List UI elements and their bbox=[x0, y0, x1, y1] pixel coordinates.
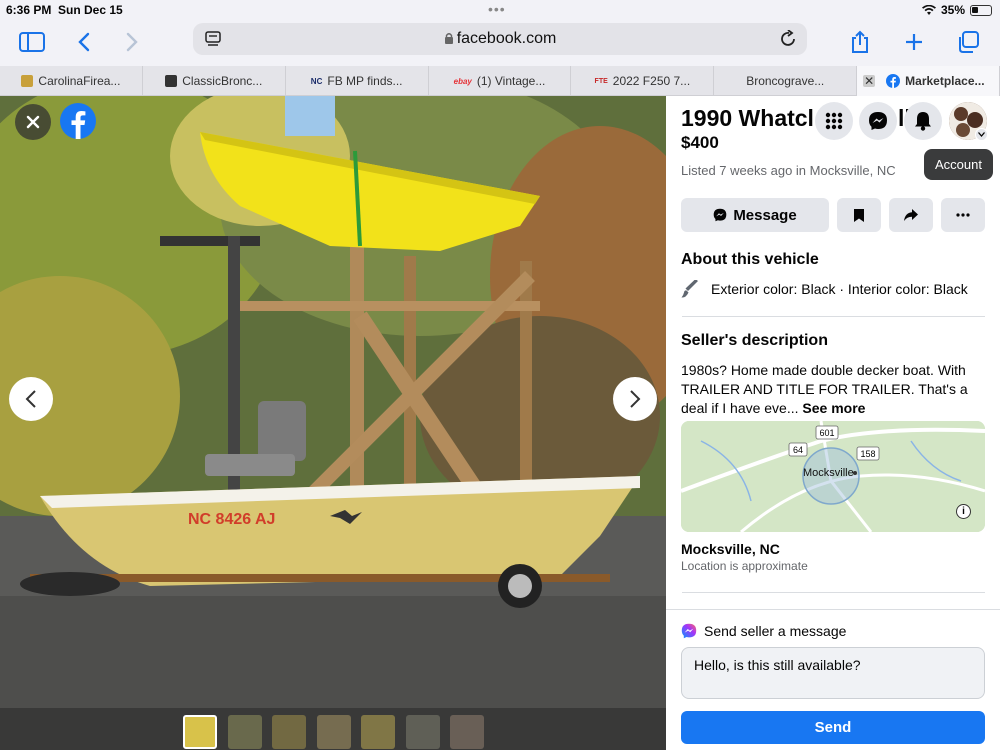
location-map[interactable]: 601 64 158 Mocksville i bbox=[681, 421, 985, 532]
send-message-heading: Send seller a message bbox=[704, 623, 847, 639]
section-divider bbox=[682, 592, 985, 593]
thumbnail[interactable] bbox=[361, 715, 395, 749]
carolina-favicon-icon bbox=[21, 75, 34, 87]
address-bar[interactable]: facebook.com bbox=[193, 23, 807, 55]
facebook-favicon-icon bbox=[886, 74, 901, 88]
tabs-overview-icon[interactable] bbox=[954, 28, 982, 56]
listing-posted-info: Listed 7 weeks ago in Mocksville, NC bbox=[681, 163, 896, 178]
facebook-logo-icon[interactable] bbox=[60, 103, 96, 144]
menu-button[interactable] bbox=[815, 102, 853, 140]
see-more-link[interactable]: See more bbox=[802, 400, 865, 416]
thumbnail[interactable] bbox=[272, 715, 306, 749]
send-button[interactable]: Send bbox=[681, 711, 985, 744]
lock-icon bbox=[444, 33, 453, 44]
boat-photo-image: NC 8426 AJ bbox=[0, 96, 666, 750]
chevron-left-icon bbox=[25, 390, 36, 408]
more-options-button[interactable] bbox=[941, 198, 985, 232]
reload-icon[interactable] bbox=[779, 30, 797, 48]
nc-favicon-icon: NC bbox=[310, 76, 323, 86]
listing-photo: NC 8426 AJ bbox=[0, 96, 666, 750]
about-heading: About this vehicle bbox=[681, 251, 819, 268]
battery-percent: 35% bbox=[940, 3, 965, 17]
share-icon[interactable] bbox=[846, 28, 874, 56]
tab-carolina[interactable]: CarolinaFirea... bbox=[0, 66, 143, 96]
tab-strip: CarolinaFirea... ClassicBronc... NC FB MP… bbox=[0, 66, 1000, 96]
thumbnail[interactable] bbox=[183, 715, 217, 749]
multitask-dots[interactable]: ••• bbox=[488, 1, 506, 17]
boat-registration-text: NC 8426 AJ bbox=[188, 511, 275, 528]
status-date: Sun Dec 15 bbox=[58, 3, 123, 17]
messenger-icon bbox=[869, 112, 887, 130]
message-input[interactable]: Hello, is this still available? bbox=[681, 647, 985, 699]
section-divider bbox=[682, 316, 985, 317]
messenger-gradient-icon bbox=[681, 623, 697, 639]
tab-ebay[interactable]: ebay (1) Vintage... bbox=[429, 66, 572, 96]
tab-classicbronco[interactable]: ClassicBronc... bbox=[143, 66, 286, 96]
route-158-label: 158 bbox=[860, 449, 876, 459]
account-dropdown[interactable] bbox=[975, 128, 988, 141]
next-photo-button[interactable] bbox=[613, 377, 657, 421]
share-button[interactable] bbox=[889, 198, 933, 232]
route-64-label: 64 bbox=[792, 445, 803, 455]
paint-brush-icon bbox=[681, 280, 698, 298]
listing-details-panel: 1990 Whatcl ll Account $400 Listed 7 wee… bbox=[666, 96, 1000, 750]
tab-fbmp[interactable]: NC FB MP finds... bbox=[286, 66, 429, 96]
thumbnail[interactable] bbox=[406, 715, 440, 749]
messenger-button[interactable] bbox=[859, 102, 897, 140]
previous-photo-button[interactable] bbox=[9, 377, 53, 421]
seller-description-heading: Seller's description bbox=[681, 332, 828, 349]
back-icon[interactable] bbox=[70, 28, 98, 56]
listing-title: 1990 Whatcl bbox=[681, 105, 814, 131]
tab-f250[interactable]: FTE 2022 F250 7... bbox=[571, 66, 715, 96]
message-button[interactable]: Message bbox=[681, 198, 829, 232]
status-bar: 6:36 PM Sun Dec 15 ••• 35% bbox=[0, 0, 1000, 20]
tab-marketplace[interactable]: ✕ Marketplace... bbox=[857, 66, 1000, 96]
location-note: Location is approximate bbox=[681, 559, 808, 573]
map-info-icon[interactable]: i bbox=[956, 504, 971, 519]
more-dots-icon bbox=[956, 213, 970, 217]
browser-toolbar: facebook.com bbox=[0, 20, 1000, 66]
close-tab-icon[interactable]: ✕ bbox=[863, 74, 876, 88]
bookmark-icon bbox=[854, 208, 864, 222]
chevron-right-icon bbox=[630, 390, 641, 408]
vehicle-colors: Exterior color: Black · Interior color: … bbox=[711, 281, 968, 297]
bronco-favicon-icon bbox=[165, 75, 178, 87]
wifi-icon bbox=[921, 4, 936, 15]
thumbnail[interactable] bbox=[317, 715, 351, 749]
ebay-favicon-icon: ebay bbox=[453, 76, 472, 86]
messenger-icon bbox=[714, 208, 727, 222]
tab-broncograveyard[interactable]: Broncograve... bbox=[714, 66, 858, 96]
thumbnail[interactable] bbox=[450, 715, 484, 749]
grid-menu-icon bbox=[825, 112, 843, 130]
listing-price: $400 bbox=[681, 133, 719, 152]
thumbnail[interactable] bbox=[228, 715, 262, 749]
new-tab-icon[interactable] bbox=[900, 28, 928, 56]
close-icon bbox=[26, 115, 40, 129]
route-601-label: 601 bbox=[819, 428, 835, 438]
battery-icon bbox=[970, 4, 992, 16]
account-tooltip: Account bbox=[924, 149, 993, 180]
chevron-down-icon bbox=[978, 132, 985, 137]
panel-divider bbox=[666, 609, 1000, 610]
notifications-button[interactable] bbox=[904, 102, 942, 140]
bell-icon bbox=[915, 112, 931, 131]
thumbnail-strip bbox=[0, 708, 666, 750]
sidebar-icon[interactable] bbox=[18, 28, 46, 56]
fte-favicon-icon: FTE bbox=[594, 77, 608, 85]
share-arrow-icon bbox=[904, 209, 918, 221]
save-button[interactable] bbox=[837, 198, 881, 232]
forward-icon[interactable] bbox=[118, 28, 146, 56]
close-photo-button[interactable] bbox=[15, 104, 51, 140]
map-city-label: Mocksville bbox=[803, 467, 854, 479]
url-text: facebook.com bbox=[456, 30, 557, 47]
message-input-text: Hello, is this still available? bbox=[694, 657, 861, 673]
location-city: Mocksville, NC bbox=[681, 541, 780, 557]
status-time: 6:36 PM bbox=[6, 3, 52, 17]
